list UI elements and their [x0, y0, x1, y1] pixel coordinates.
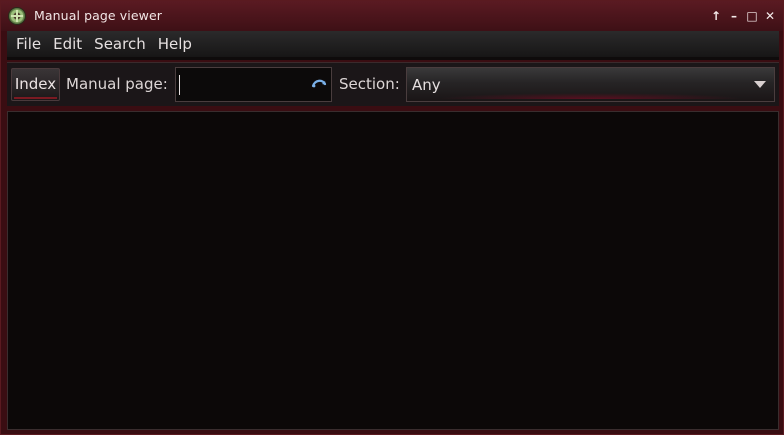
help-manual-icon[interactable]	[8, 7, 26, 25]
index-button[interactable]: Index	[11, 68, 60, 101]
close-button[interactable]: ✕	[763, 7, 777, 25]
section-dropdown-value: Any	[412, 76, 441, 94]
manual-page-input[interactable]	[175, 67, 332, 102]
minimize-button[interactable]: –	[727, 7, 741, 25]
text-caret	[179, 75, 180, 95]
title-bar[interactable]: Manual page viewer ↑ – □ ✕	[1, 1, 783, 31]
manual-page-label: Manual page:	[66, 75, 168, 93]
manual-content-area[interactable]	[7, 111, 779, 430]
maximize-button[interactable]: □	[745, 7, 759, 25]
clear-text-icon[interactable]	[311, 78, 327, 90]
menu-help[interactable]: Help	[152, 31, 198, 57]
menu-separator	[7, 57, 779, 60]
menu-search[interactable]: Search	[88, 31, 152, 57]
keep-above-button[interactable]: ↑	[709, 7, 723, 25]
menu-edit[interactable]: Edit	[47, 31, 88, 57]
toolbar: Index Manual page: Section: Any	[7, 62, 779, 106]
section-dropdown[interactable]: Any	[406, 67, 775, 102]
menu-file[interactable]: File	[10, 31, 47, 57]
chevron-down-icon[interactable]	[754, 81, 766, 88]
window-title: Manual page viewer	[34, 8, 163, 23]
man-viewer-window: Manual page viewer ↑ – □ ✕ File Edit Sea…	[0, 0, 784, 435]
window-controls: ↑ – □ ✕	[709, 7, 777, 25]
menu-bar: File Edit Search Help	[7, 31, 779, 57]
section-label: Section:	[339, 75, 400, 93]
